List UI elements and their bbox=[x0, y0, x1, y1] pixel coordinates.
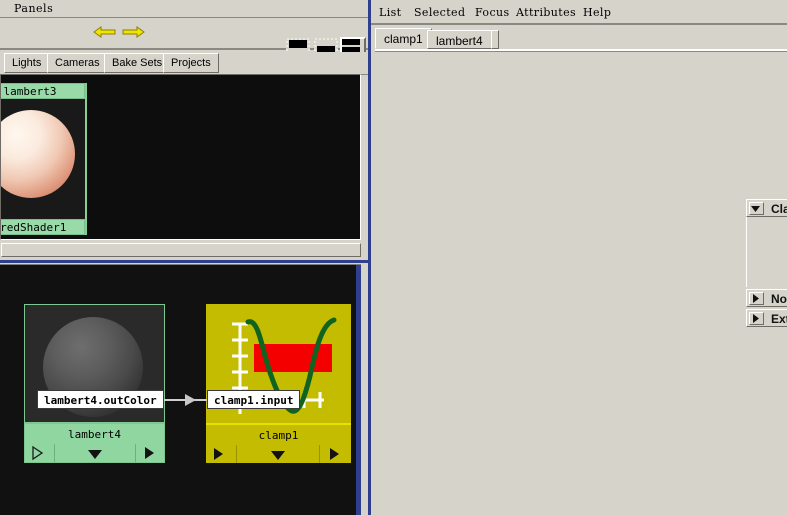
menu-attributes[interactable]: Attributes bbox=[516, 6, 576, 19]
triangle-right-outline-icon bbox=[32, 445, 44, 461]
swatch-label-layeredshader1: eredShader1 bbox=[1, 219, 85, 235]
triangle-right-icon bbox=[145, 447, 154, 459]
tab-separator bbox=[375, 49, 787, 52]
swatch-preview bbox=[1, 100, 85, 218]
tab-clamp1[interactable]: clamp1 bbox=[375, 28, 432, 49]
node-graph-workarea[interactable]: lambert4 clamp1 lambert4.outColor clamp1… bbox=[0, 264, 361, 515]
tab-cameras[interactable]: Cameras bbox=[47, 53, 108, 73]
menu-focus[interactable]: Focus bbox=[475, 6, 510, 19]
tab-lambert4[interactable]: lambert4 bbox=[427, 30, 492, 49]
attribute-sections: Clamp Color Attributes Min 0.000 0.000 0… bbox=[746, 199, 787, 327]
node-output-expand-button[interactable] bbox=[136, 444, 166, 462]
node-name-label: lambert4 bbox=[68, 428, 121, 441]
section-header-extra-attributes[interactable]: Extra Attributes bbox=[746, 309, 787, 327]
back-button[interactable] bbox=[92, 24, 118, 40]
node-input-expand-button[interactable] bbox=[206, 445, 237, 463]
attr-label-input: Input bbox=[747, 265, 787, 284]
swatch-label-lambert3: lambert3 bbox=[1, 83, 85, 99]
tab-lights[interactable]: Lights bbox=[4, 53, 50, 73]
sphere-preview-icon bbox=[1, 110, 75, 198]
screenshot-root: Panels Lights Cameras Bake Sets Projects… bbox=[0, 0, 787, 515]
section-label: Extra Attributes bbox=[771, 312, 787, 326]
attr-row-min: Min 0.000 0.000 0.000 bbox=[747, 219, 787, 240]
layout-double-icon bbox=[342, 39, 360, 53]
divider-handle[interactable] bbox=[1, 243, 361, 257]
triangle-down-icon bbox=[88, 450, 102, 459]
section-label: Node Behavior bbox=[771, 292, 787, 306]
hypershade-window: Panels Lights Cameras Bake Sets Projects… bbox=[0, 0, 368, 515]
hypershade-tabbar: Lights Cameras Bake Sets Projects bbox=[0, 52, 368, 75]
graph-node-clamp1[interactable]: clamp1 bbox=[206, 304, 351, 463]
hypershade-browser[interactable]: lambert3 eredShader1 bbox=[0, 74, 361, 240]
attribute-editor-menubar: List Selected Focus Attributes Help bbox=[371, 3, 787, 25]
forward-button[interactable] bbox=[120, 24, 146, 40]
tab-overflow[interactable] bbox=[491, 30, 499, 49]
node-name-label: clamp1 bbox=[258, 429, 299, 442]
node-button-row bbox=[25, 444, 164, 462]
attr-label-max: Max bbox=[747, 242, 787, 261]
triangle-down-icon bbox=[271, 451, 285, 460]
node-output-expand-button[interactable] bbox=[320, 445, 351, 463]
node-collapse-button[interactable] bbox=[237, 445, 320, 463]
arrow-left-icon bbox=[93, 26, 116, 38]
hypershade-menubar: Panels bbox=[0, 0, 368, 18]
section-header-clamp-color-attributes[interactable]: Clamp Color Attributes bbox=[746, 199, 787, 217]
attr-label-min: Min bbox=[747, 219, 787, 238]
menu-list[interactable]: List bbox=[379, 6, 402, 19]
menu-selected[interactable]: Selected bbox=[414, 6, 465, 19]
clamp-color-attributes-body: Min 0.000 0.000 0.000 Max 1.000 1.000 bbox=[746, 217, 787, 287]
node-input-expand-button[interactable] bbox=[25, 444, 55, 462]
menu-panels[interactable]: Panels bbox=[14, 2, 53, 15]
tab-projects[interactable]: Projects bbox=[163, 53, 219, 73]
triangle-right-icon bbox=[330, 448, 339, 460]
attribute-editor-window: List Selected Focus Attributes Help clam… bbox=[368, 0, 787, 515]
triangle-right-icon[interactable] bbox=[749, 292, 764, 305]
hypershade-toolbar bbox=[0, 18, 368, 59]
graph-node-lambert4[interactable]: lambert4 bbox=[24, 304, 165, 463]
triangle-right-icon bbox=[214, 448, 223, 460]
node-button-row bbox=[206, 445, 351, 463]
plug-label-out[interactable]: lambert4.outColor bbox=[37, 390, 164, 409]
connection-arrow-icon bbox=[185, 394, 196, 406]
triangle-right-icon[interactable] bbox=[749, 312, 764, 325]
attr-row-input: Input 0.000 0.000 0.000 bbox=[747, 265, 787, 286]
divider-accent bbox=[0, 260, 368, 263]
attribute-editor-tabbar: clamp1 lambert4 bbox=[375, 28, 787, 50]
material-swatch-cell[interactable]: lambert3 eredShader1 bbox=[1, 83, 87, 235]
triangle-down-icon[interactable] bbox=[749, 202, 764, 215]
tab-bake-sets[interactable]: Bake Sets bbox=[104, 53, 171, 73]
arrow-right-icon bbox=[122, 26, 145, 38]
attr-row-max: Max 1.000 1.000 1.000 bbox=[747, 242, 787, 263]
node-title-lambert4: lambert4 bbox=[24, 423, 165, 463]
node-title-clamp1: clamp1 bbox=[206, 423, 351, 463]
node-collapse-button[interactable] bbox=[55, 444, 136, 462]
plug-label-in[interactable]: clamp1.input bbox=[207, 390, 301, 409]
section-header-node-behavior[interactable]: Node Behavior bbox=[746, 289, 787, 307]
section-label: Clamp Color Attributes bbox=[771, 202, 787, 216]
menu-help[interactable]: Help bbox=[583, 6, 611, 19]
panel-divider[interactable] bbox=[0, 241, 368, 265]
